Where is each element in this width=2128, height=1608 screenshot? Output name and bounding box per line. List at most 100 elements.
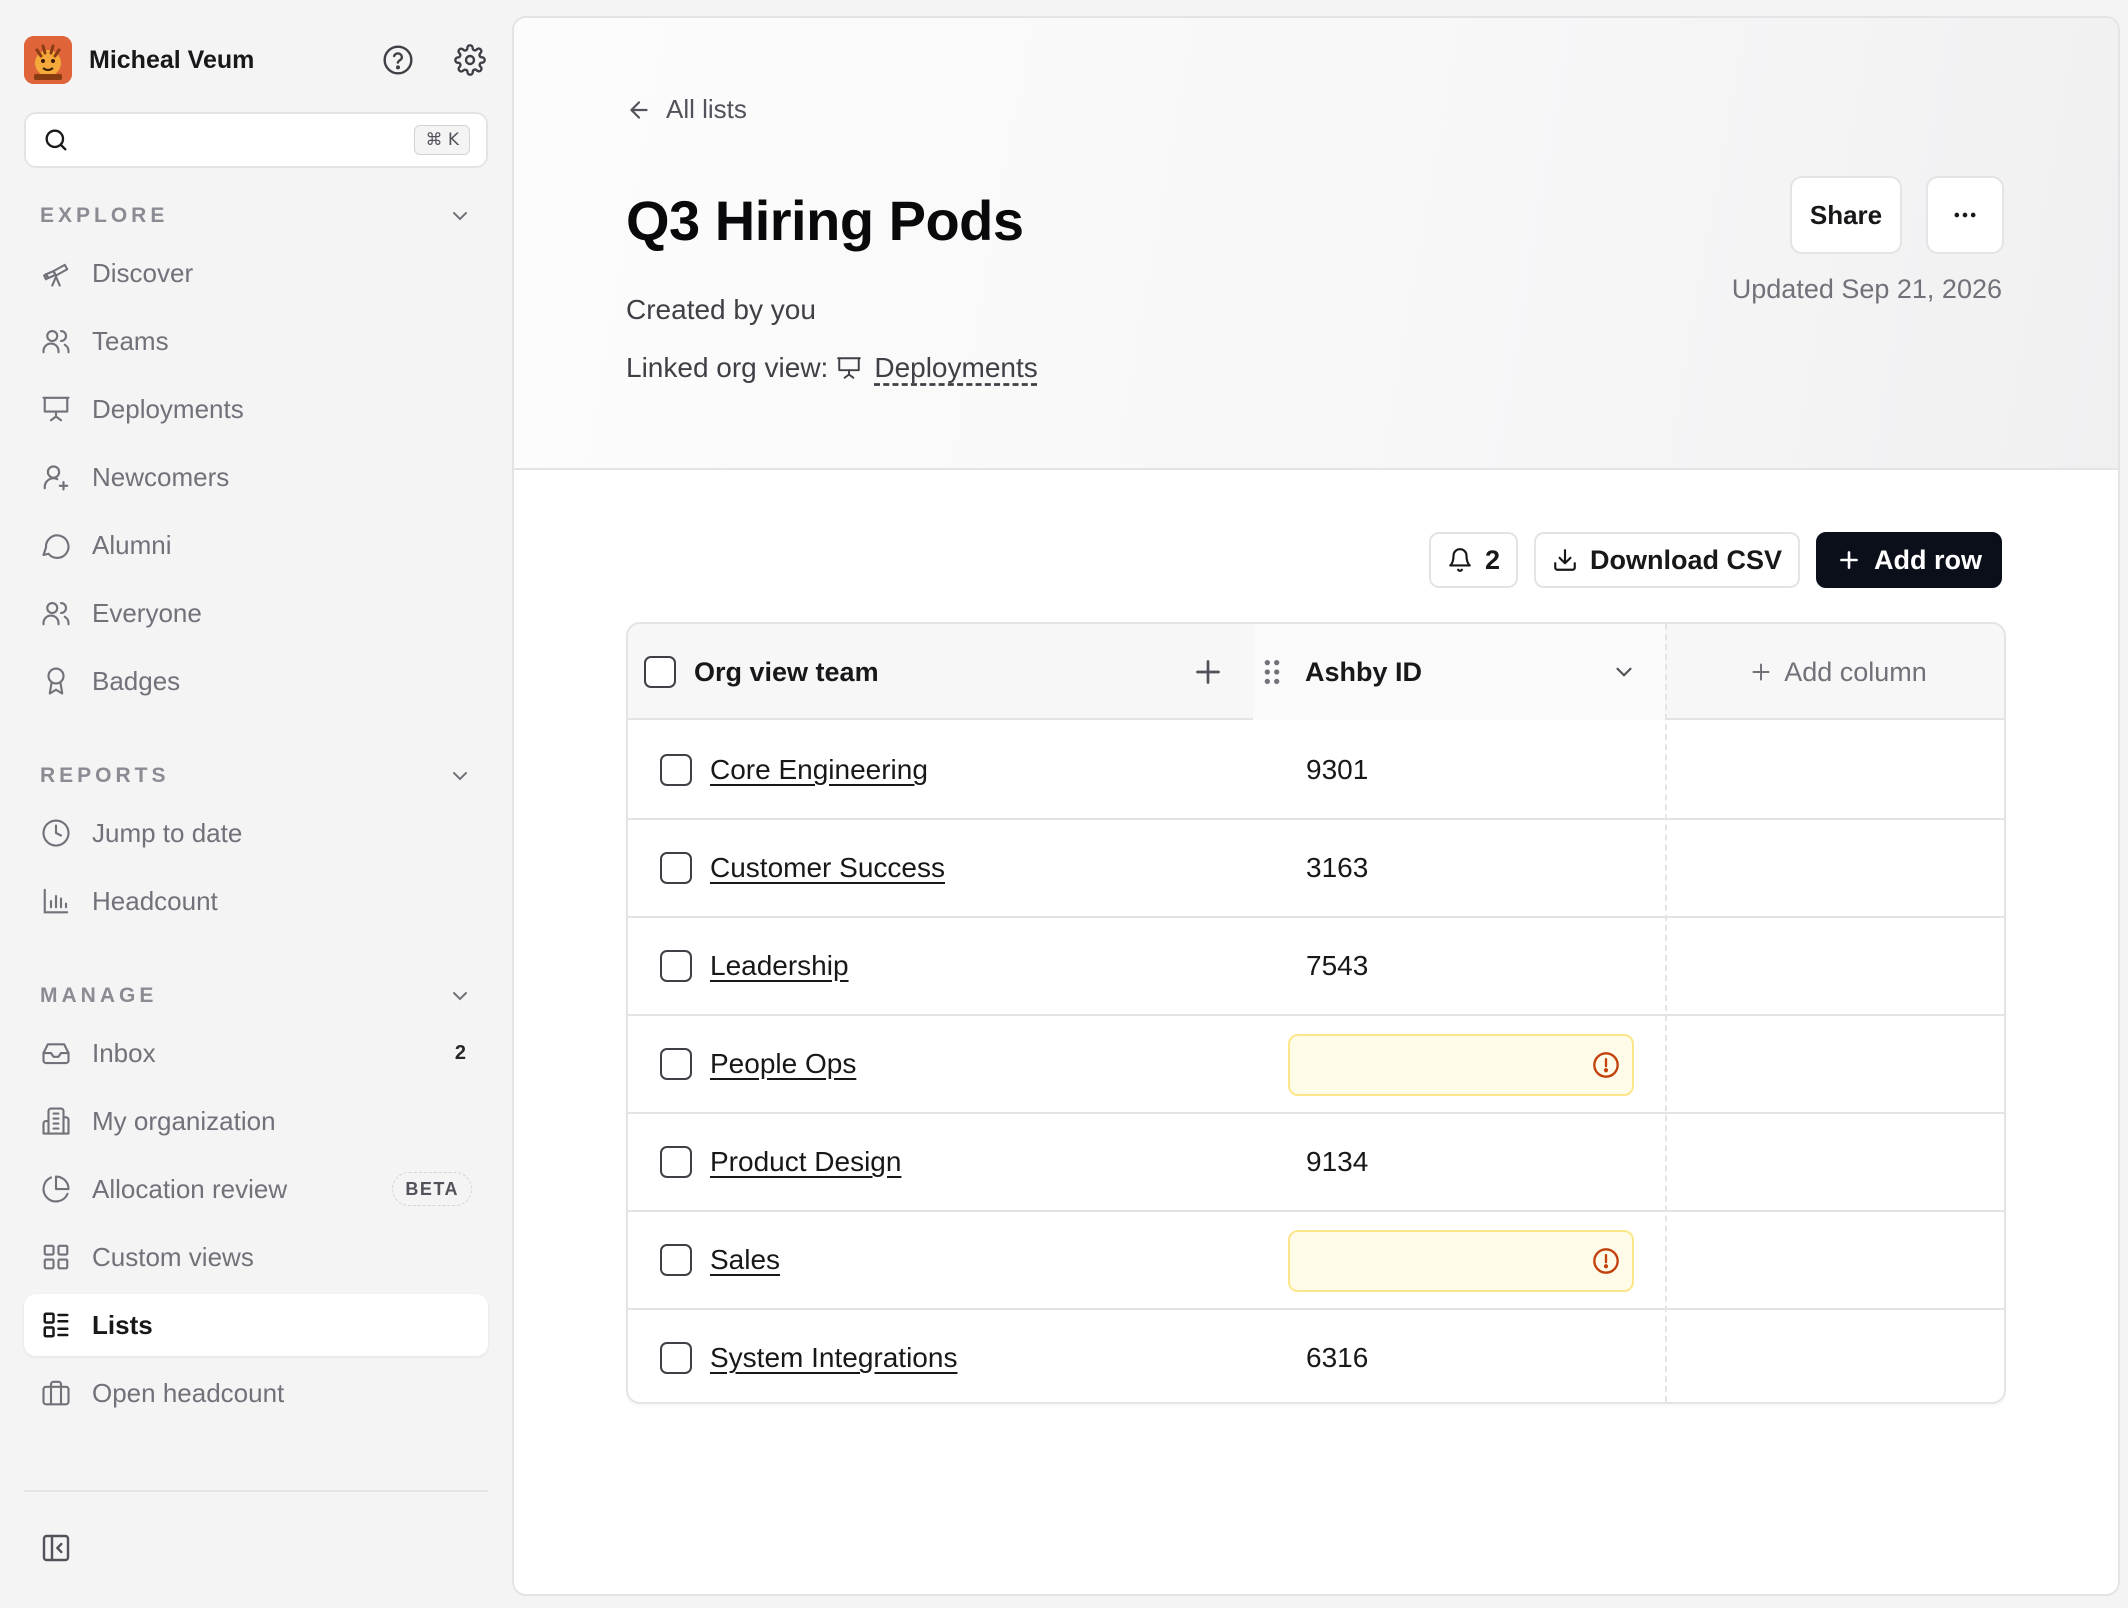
- add-column-label: Add column: [1784, 656, 1927, 687]
- sidebar-item-jump-to-date[interactable]: Jump to date: [24, 802, 488, 864]
- sidebar-item-teams[interactable]: Teams: [24, 310, 488, 372]
- explore-section: EXPLORE Discover Teams Deployments Newco…: [24, 196, 488, 712]
- sidebar-item-badges[interactable]: Badges: [24, 650, 488, 712]
- team-link[interactable]: People Ops: [710, 1048, 856, 1080]
- row-checkbox[interactable]: [660, 950, 692, 982]
- plus-icon[interactable]: [1190, 654, 1226, 690]
- alerts-button[interactable]: 2: [1428, 532, 1518, 588]
- linked-org-view-link[interactable]: Deployments: [874, 352, 1037, 384]
- row-checkbox[interactable]: [660, 1342, 692, 1374]
- row-checkbox[interactable]: [660, 852, 692, 884]
- section-title: REPORTS: [40, 764, 170, 787]
- sidebar-item-headcount[interactable]: Headcount: [24, 870, 488, 932]
- search-box[interactable]: ⌘ K: [24, 112, 488, 168]
- sidebar-item-my-organization[interactable]: My organization: [24, 1090, 488, 1152]
- row-checkbox[interactable]: [660, 754, 692, 786]
- collapse-sidebar-icon[interactable]: [40, 1532, 72, 1564]
- sidebar-item-inbox[interactable]: Inbox 2: [24, 1022, 488, 1084]
- list-table: Org view team Ashby ID Add column Core E…: [626, 622, 2006, 1404]
- manage-section-header[interactable]: MANAGE: [24, 976, 488, 1016]
- user-plus-icon: [40, 461, 72, 493]
- sidebar-item-label: Badges: [92, 665, 181, 696]
- sidebar-item-lists[interactable]: Lists: [24, 1294, 488, 1356]
- share-button[interactable]: Share: [1790, 176, 1902, 254]
- linked-org-view-label: Linked org view:: [626, 352, 829, 383]
- sidebar-item-label: Teams: [92, 325, 169, 356]
- team-cell: Core Engineering: [660, 722, 928, 818]
- search-input[interactable]: [84, 126, 415, 154]
- team-link[interactable]: Sales: [710, 1244, 780, 1276]
- arrow-left-icon: [630, 100, 648, 119]
- add-row-label: Add row: [1874, 544, 1982, 575]
- sidebar-divider: [24, 1490, 488, 1492]
- avatar[interactable]: [24, 36, 72, 84]
- table-toolbar: 2 Download CSV Add row: [1428, 532, 2002, 588]
- sidebar-item-allocation-review[interactable]: Allocation review BETA: [24, 1158, 488, 1220]
- sidebar-item-label: Newcomers: [92, 461, 230, 492]
- inbox-count-badge: 2: [454, 1041, 466, 1064]
- row-checkbox[interactable]: [660, 1244, 692, 1276]
- column-header-label: Org view team: [694, 656, 879, 687]
- more-options-button[interactable]: [1926, 176, 2004, 254]
- team-cell: System Integrations: [660, 1310, 957, 1402]
- plus-icon: [1840, 551, 1858, 569]
- team-link[interactable]: Customer Success: [710, 852, 945, 884]
- sidebar-item-label: Discover: [92, 257, 194, 288]
- missing-value-cell[interactable]: [1288, 1034, 1634, 1096]
- manage-section: MANAGE Inbox 2 My organization Allocatio…: [24, 976, 488, 1424]
- reports-section-header[interactable]: REPORTS: [24, 756, 488, 796]
- row-checkbox[interactable]: [660, 1146, 692, 1178]
- sidebar-item-label: Headcount: [92, 885, 218, 916]
- lion-avatar-icon: [24, 36, 72, 84]
- building-icon: [40, 1105, 72, 1137]
- presentation-icon: [836, 355, 862, 381]
- team-link[interactable]: Core Engineering: [710, 754, 928, 786]
- missing-value-cell[interactable]: [1288, 1230, 1634, 1292]
- clock-icon: [40, 817, 72, 849]
- download-icon: [1554, 549, 1576, 571]
- ashby-id-cell[interactable]: 7543: [1306, 918, 1368, 1014]
- table-row: Product Design 9134: [628, 1114, 2004, 1212]
- gear-icon[interactable]: [452, 42, 488, 78]
- team-cell: Product Design: [660, 1114, 901, 1210]
- sidebar-item-open-headcount[interactable]: Open headcount: [24, 1362, 488, 1424]
- column-divider: [1665, 624, 1667, 1402]
- grid-icon: [40, 1241, 72, 1273]
- sidebar-item-discover[interactable]: Discover: [24, 242, 488, 304]
- sidebar-item-deployments[interactable]: Deployments: [24, 378, 488, 440]
- explore-section-header[interactable]: EXPLORE: [24, 196, 488, 236]
- column-header-label: Ashby ID: [1305, 656, 1423, 687]
- column-header-ashby-id[interactable]: Ashby ID: [1253, 624, 1665, 720]
- team-link[interactable]: Leadership: [710, 950, 849, 982]
- list-icon: [40, 1309, 72, 1341]
- select-all-checkbox[interactable]: [644, 656, 676, 688]
- alerts-count: 2: [1484, 544, 1500, 575]
- team-link[interactable]: System Integrations: [710, 1342, 957, 1374]
- chevron-down-icon[interactable]: [1611, 659, 1637, 685]
- team-cell: Customer Success: [660, 820, 945, 916]
- sidebar-item-custom-views[interactable]: Custom views: [24, 1226, 488, 1288]
- chevron-down-icon: [448, 984, 472, 1008]
- sidebar-item-everyone[interactable]: Everyone: [24, 582, 488, 644]
- table-row: System Integrations 6316: [628, 1310, 2004, 1402]
- linked-org-view: Linked org view: Deployments: [626, 352, 1038, 384]
- warning-icon: [1592, 1247, 1620, 1275]
- drag-handle-icon[interactable]: [1261, 657, 1283, 687]
- ashby-id-cell[interactable]: 3163: [1306, 820, 1368, 916]
- team-cell: Sales: [660, 1212, 780, 1308]
- add-row-button[interactable]: Add row: [1816, 532, 2002, 588]
- help-icon[interactable]: [380, 42, 416, 78]
- ashby-id-cell[interactable]: 6316: [1306, 1310, 1368, 1402]
- download-csv-button[interactable]: Download CSV: [1533, 532, 1800, 588]
- chevron-down-icon: [448, 764, 472, 788]
- team-link[interactable]: Product Design: [710, 1146, 901, 1178]
- sidebar-item-alumni[interactable]: Alumni: [24, 514, 488, 576]
- sidebar-item-label: Open headcount: [92, 1377, 285, 1408]
- ashby-id-cell[interactable]: 9301: [1306, 722, 1368, 818]
- ashby-id-cell[interactable]: 9134: [1306, 1114, 1368, 1210]
- sidebar-item-label: My organization: [92, 1105, 276, 1136]
- add-column-button[interactable]: Add column: [1667, 624, 2004, 720]
- row-checkbox[interactable]: [660, 1048, 692, 1080]
- sidebar-item-newcomers[interactable]: Newcomers: [24, 446, 488, 508]
- back-to-all-lists-link[interactable]: All lists: [626, 94, 747, 125]
